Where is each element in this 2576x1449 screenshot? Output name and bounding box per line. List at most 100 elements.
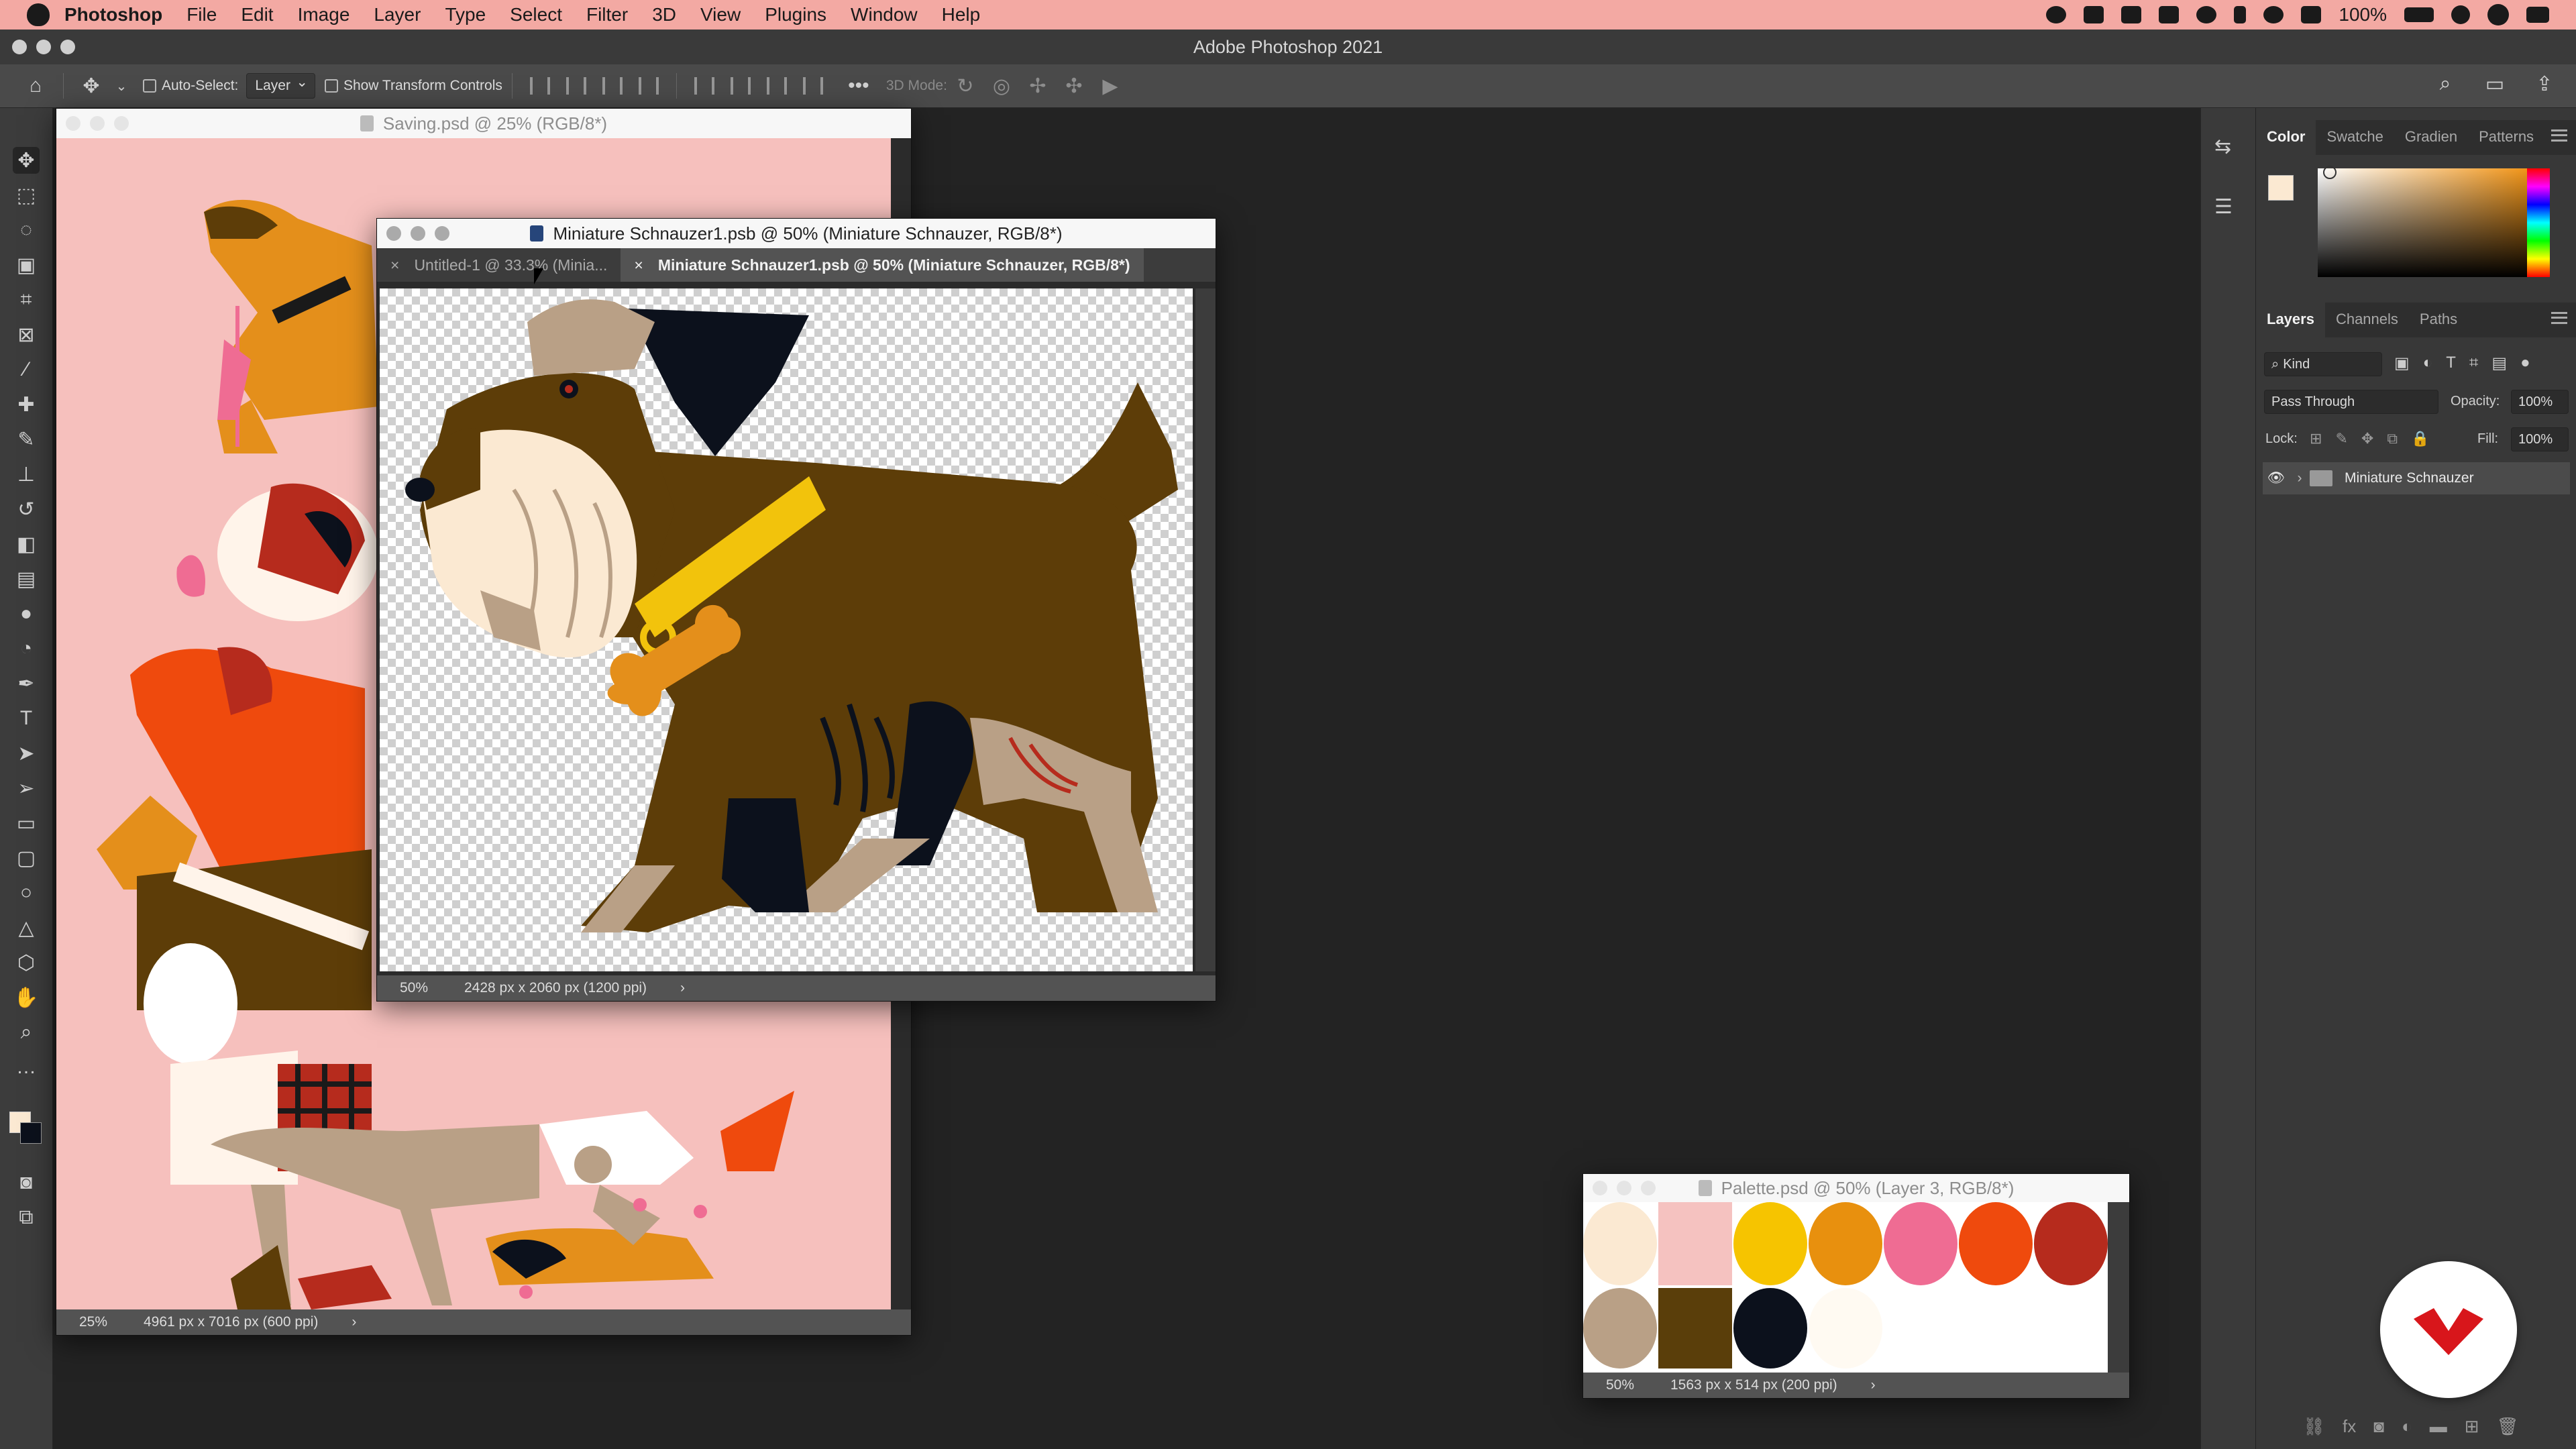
chevron-right-icon[interactable]: › xyxy=(2290,470,2310,486)
align-left-edges-icon[interactable] xyxy=(529,77,550,95)
menu-layer[interactable]: Layer xyxy=(374,4,421,25)
healing-brush-tool-icon[interactable]: ✚ xyxy=(13,391,40,418)
panel-menu-icon[interactable] xyxy=(2551,312,2567,324)
tab-color[interactable]: Color xyxy=(2256,119,2316,155)
more-options-icon[interactable]: ••• xyxy=(847,74,870,97)
wifi-icon[interactable] xyxy=(2263,6,2284,23)
chevron-right-icon[interactable]: › xyxy=(1871,1377,1876,1393)
menu-3d[interactable]: 3D xyxy=(652,4,676,25)
scale-3d-icon[interactable]: ▶ xyxy=(1099,75,1122,97)
new-group-icon[interactable]: ▬ xyxy=(2430,1416,2447,1437)
tab-gradients[interactable]: Gradien xyxy=(2394,128,2468,155)
adjustment-filter-icon[interactable]: ◐ xyxy=(2423,354,2433,373)
zoom-level[interactable]: 25% xyxy=(63,1314,123,1330)
doc-window-palette[interactable]: Palette.psd @ 50% (Layer 3, RGB/8*) 50% … xyxy=(1583,1174,2129,1398)
eraser-tool-icon[interactable]: ◧ xyxy=(13,531,40,557)
record-icon[interactable] xyxy=(2046,6,2067,23)
background-color-swatch[interactable] xyxy=(20,1122,42,1144)
lasso-tool-icon[interactable]: ◌ xyxy=(13,217,40,244)
orbit-3d-icon[interactable]: ↻ xyxy=(954,75,977,97)
align-top-edges-icon[interactable] xyxy=(694,77,714,95)
new-layer-icon[interactable]: ⊞ xyxy=(2465,1416,2479,1437)
align-right-edges-icon[interactable] xyxy=(602,77,623,95)
menu-view[interactable]: View xyxy=(700,4,741,25)
align-vertical-centers-icon[interactable] xyxy=(730,77,751,95)
menu-file[interactable]: File xyxy=(186,4,217,25)
close-doc-button[interactable] xyxy=(1593,1181,1607,1195)
gradient-tool-icon[interactable]: ▤ xyxy=(13,566,40,592)
opacity-input[interactable]: 100% xyxy=(2511,390,2569,414)
fill-input[interactable]: 100% xyxy=(2511,427,2569,451)
lock-image-pixels-icon[interactable]: ✎ xyxy=(2335,430,2347,447)
object-selection-tool-icon[interactable]: ▣ xyxy=(13,252,40,278)
tab-miniature-schnauzer[interactable]: × Miniature Schnauzer1.psb @ 50% (Miniat… xyxy=(621,248,1144,282)
lock-transparent-pixels-icon[interactable]: ⊞ xyxy=(2310,430,2322,447)
zoom-doc-button[interactable] xyxy=(435,226,449,241)
tab-swatches[interactable]: Swatche xyxy=(2316,128,2394,155)
dropbox-icon[interactable] xyxy=(2084,6,2104,23)
type-filter-icon[interactable]: T xyxy=(2446,354,2456,373)
eyedropper-tool-icon[interactable]: ⁄ xyxy=(13,356,40,383)
close-tab-icon[interactable]: × xyxy=(390,256,399,274)
home-icon[interactable]: ⌂ xyxy=(24,74,47,97)
ellipse-tool-icon[interactable]: ○ xyxy=(13,879,40,906)
foreground-color-swatch[interactable] xyxy=(2268,175,2294,201)
zoom-tool-icon[interactable]: ⌕ xyxy=(13,1019,40,1046)
lock-all-icon[interactable]: 🔒 xyxy=(2411,430,2429,447)
tab-paths[interactable]: Paths xyxy=(2409,311,2468,337)
rectangular-marquee-tool-icon[interactable]: ⬚ xyxy=(13,182,40,209)
zoom-doc-button[interactable] xyxy=(114,116,129,131)
apple-icon[interactable] xyxy=(27,3,50,26)
blend-mode-dropdown[interactable]: Pass Through xyxy=(2264,390,2438,414)
doc-title-bar[interactable]: Palette.psd @ 50% (Layer 3, RGB/8*) xyxy=(1583,1174,2129,1202)
doc-window-schnauzer[interactable]: Miniature Schnauzer1.psb @ 50% (Miniatur… xyxy=(377,219,1216,1001)
rectangle-tool-icon[interactable]: ▭ xyxy=(13,810,40,837)
hue-slider[interactable] xyxy=(2527,168,2550,277)
align-bottom-edges-icon[interactable] xyxy=(766,77,787,95)
battery-icon[interactable] xyxy=(2404,7,2434,22)
menu-help[interactable]: Help xyxy=(942,4,981,25)
clone-stamp-tool-icon[interactable]: ⊥ xyxy=(13,461,40,488)
layer-mask-icon[interactable]: ◙ xyxy=(2373,1416,2384,1437)
vertical-scrollbar[interactable] xyxy=(1195,288,1216,971)
zoom-level[interactable]: 50% xyxy=(384,980,444,996)
vertical-scrollbar[interactable] xyxy=(2108,1202,2129,1373)
control-center-icon[interactable] xyxy=(2526,7,2549,23)
distribute-vertically-icon[interactable] xyxy=(638,77,659,95)
menu-select[interactable]: Select xyxy=(510,4,562,25)
close-window-button[interactable] xyxy=(12,40,27,54)
properties-panel-icon[interactable]: ☰ xyxy=(2214,195,2233,219)
lock-position-icon[interactable]: ✥ xyxy=(2361,430,2373,447)
history-brush-tool-icon[interactable]: ↺ xyxy=(13,496,40,523)
move-tool-icon[interactable]: ✥ xyxy=(13,147,40,174)
frame-tool-icon[interactable]: ⊠ xyxy=(13,321,40,348)
smart-object-filter-icon[interactable]: ▤ xyxy=(2491,354,2507,373)
search-icon[interactable]: ⌕ xyxy=(2434,72,2457,95)
workspace-icon[interactable]: ▭ xyxy=(2483,73,2506,95)
chevron-right-icon[interactable]: › xyxy=(680,980,685,996)
filter-toggle-icon[interactable]: ● xyxy=(2520,354,2530,373)
path-selection-tool-icon[interactable]: ➤ xyxy=(13,740,40,767)
layer-name[interactable]: Miniature Schnauzer xyxy=(2345,470,2474,486)
minimize-doc-button[interactable] xyxy=(90,116,105,131)
pan-3d-icon[interactable]: ✢ xyxy=(1026,75,1049,97)
zoom-level[interactable]: 50% xyxy=(1590,1377,1650,1393)
eye-icon[interactable]: 👁 xyxy=(2263,470,2290,486)
palette-canvas[interactable] xyxy=(1583,1202,2108,1373)
tab-channels[interactable]: Channels xyxy=(2325,311,2409,337)
crown-icon[interactable] xyxy=(2159,6,2180,23)
minimize-doc-button[interactable] xyxy=(411,226,425,241)
color-picker-field[interactable] xyxy=(2318,168,2550,277)
doc-info[interactable]: 1563 px x 514 px (200 ppi) xyxy=(1670,1377,1837,1393)
layer-style-icon[interactable]: fx xyxy=(2343,1416,2356,1437)
roll-3d-icon[interactable]: ◎ xyxy=(990,75,1013,97)
bluetooth-icon[interactable] xyxy=(2234,6,2247,23)
tab-layers[interactable]: Layers xyxy=(2256,301,2325,337)
crop-tool-icon[interactable]: ⌗ xyxy=(13,286,40,313)
hand-tool-icon[interactable]: ✋ xyxy=(13,984,40,1011)
delete-layer-icon[interactable]: 🗑 xyxy=(2496,1416,2518,1437)
schnauzer-canvas[interactable] xyxy=(380,288,1193,971)
direct-selection-tool-icon[interactable]: ➢ xyxy=(13,775,40,802)
close-tab-icon[interactable]: × xyxy=(634,256,643,274)
type-tool-icon[interactable]: T xyxy=(13,705,40,732)
